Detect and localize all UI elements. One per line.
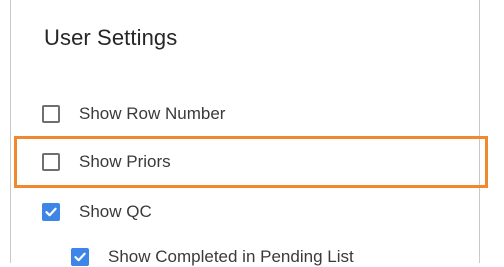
show-completed-label: Show Completed in Pending List [108, 247, 354, 266]
check-icon [45, 207, 57, 217]
show-priors-label: Show Priors [79, 152, 171, 171]
setting-show-priors[interactable]: Show Priors [42, 152, 171, 172]
show-qc-checkbox[interactable] [42, 203, 60, 221]
show-priors-checkbox[interactable] [42, 153, 60, 171]
panel-title: User Settings [44, 25, 178, 50]
setting-show-qc[interactable]: Show QC [42, 202, 152, 222]
show-qc-label: Show QC [79, 202, 152, 221]
user-settings-panel: User Settings [10, 0, 480, 263]
check-icon [74, 252, 86, 262]
show-row-number-label: Show Row Number [79, 104, 226, 123]
setting-show-completed-in-pending-list[interactable]: Show Completed in Pending List [71, 247, 354, 267]
show-completed-checkbox[interactable] [71, 248, 89, 266]
setting-show-row-number[interactable]: Show Row Number [42, 104, 225, 124]
show-row-number-checkbox[interactable] [42, 105, 60, 123]
